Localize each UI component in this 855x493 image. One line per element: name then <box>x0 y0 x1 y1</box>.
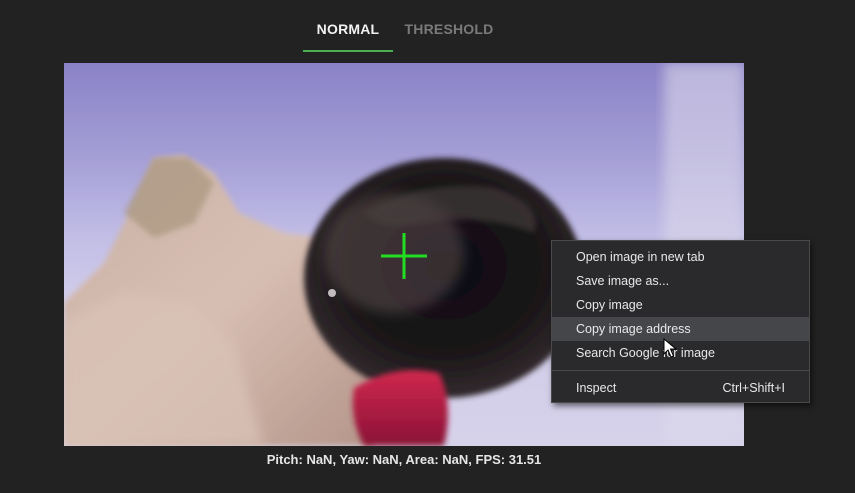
menu-item-copy-image-address[interactable]: Copy image address <box>552 317 809 341</box>
tab-threshold[interactable]: THRESHOLD <box>393 0 505 54</box>
menu-separator <box>552 370 809 371</box>
menu-item-label: Save image as... <box>576 274 670 288</box>
menu-item-open-image-new-tab[interactable]: Open image in new tab <box>552 245 809 269</box>
app-root: NORMAL THRESHOLD Pitch: NaN, Yaw: NaN, A… <box>0 0 855 493</box>
menu-item-label: Search Google for image <box>576 346 715 360</box>
active-tab-indicator <box>303 50 393 52</box>
menu-item-label: Inspect <box>576 381 617 395</box>
context-menu: Open image in new tab Save image as... C… <box>551 240 810 403</box>
menu-item-copy-image[interactable]: Copy image <box>552 293 809 317</box>
view-tabs: NORMAL THRESHOLD <box>303 0 505 54</box>
menu-item-label: Open image in new tab <box>576 250 705 264</box>
telemetry-status: Pitch: NaN, Yaw: NaN, Area: NaN, FPS: 31… <box>266 452 542 467</box>
menu-item-save-image-as[interactable]: Save image as... <box>552 269 809 293</box>
tab-normal-label: NORMAL <box>316 21 380 37</box>
tab-threshold-label: THRESHOLD <box>404 21 494 37</box>
menu-item-label: Copy image address <box>576 322 691 336</box>
dog-tongue <box>352 370 448 446</box>
menu-item-label: Copy image <box>576 298 643 312</box>
tab-normal[interactable]: NORMAL <box>303 0 393 54</box>
eye-highlight <box>328 289 336 297</box>
menu-item-inspect[interactable]: Inspect Ctrl+Shift+I <box>552 376 809 400</box>
menu-item-shortcut: Ctrl+Shift+I <box>722 381 785 395</box>
menu-item-search-google-for-image[interactable]: Search Google for image <box>552 341 809 365</box>
